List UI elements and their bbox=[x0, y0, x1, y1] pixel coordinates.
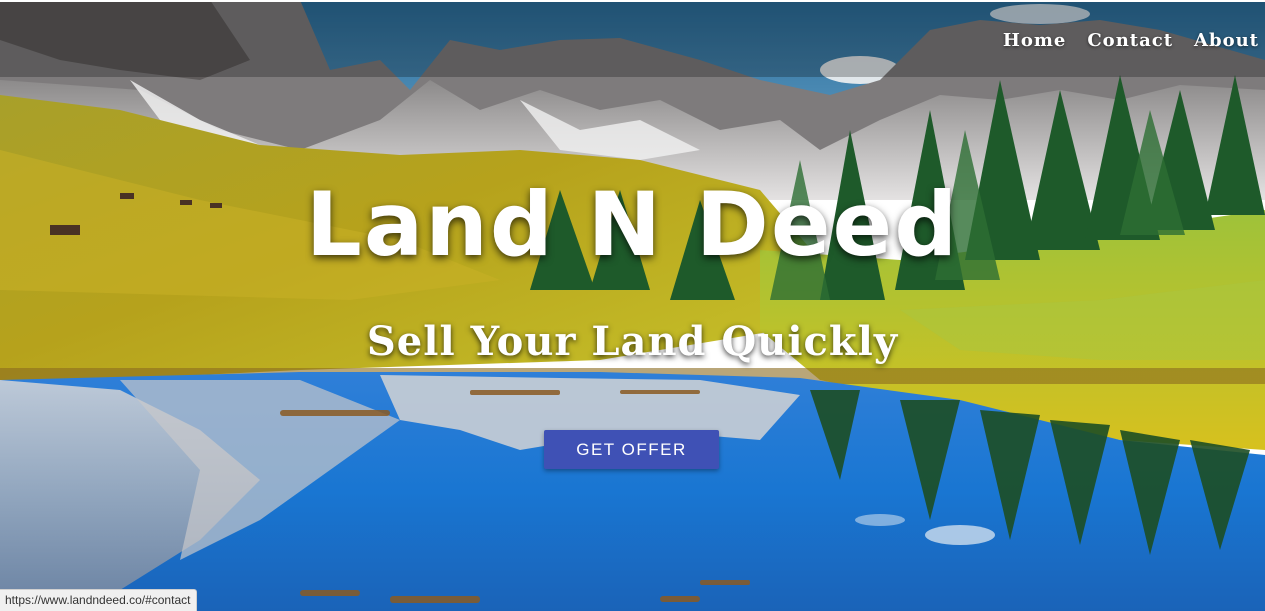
hero-subtitle: Sell Your Land Quickly bbox=[366, 318, 899, 365]
status-bar-url: https://www.landndeed.co/#contact bbox=[0, 589, 198, 611]
get-offer-button[interactable]: GET OFFER bbox=[544, 430, 719, 469]
nav-about-link[interactable]: About bbox=[1194, 30, 1259, 51]
landing-page: Home Contact About Land N Deed Sell Your… bbox=[0, 0, 1265, 611]
nav-links: Home Contact About bbox=[1003, 30, 1259, 51]
nav-contact-link[interactable]: Contact bbox=[1087, 30, 1173, 51]
top-navbar: Home Contact About bbox=[0, 0, 1265, 77]
hero-title: Land N Deed bbox=[305, 173, 960, 276]
hero-background-image bbox=[0, 0, 1265, 611]
nav-home-link[interactable]: Home bbox=[1003, 30, 1067, 51]
